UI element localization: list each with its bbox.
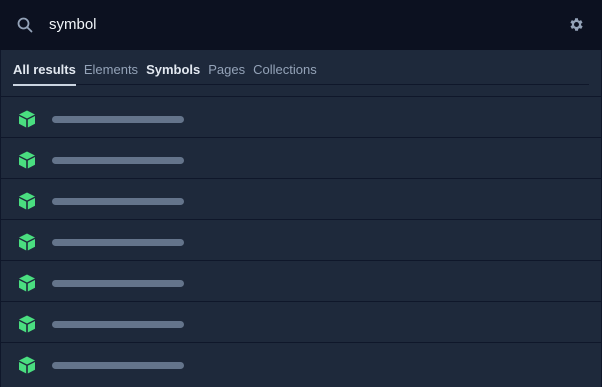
list-item[interactable] <box>1 301 601 342</box>
list-item[interactable] <box>1 178 601 219</box>
tab-bar: All results Elements Symbols Pages Colle… <box>13 50 589 86</box>
cube-icon <box>19 274 35 292</box>
search-bar <box>0 0 602 50</box>
result-placeholder <box>52 116 184 123</box>
cube-icon <box>19 192 35 210</box>
search-icon <box>17 17 33 33</box>
tab-elements[interactable]: Elements <box>84 50 138 85</box>
tab-symbols[interactable]: Symbols <box>146 50 200 85</box>
results-list <box>1 96 601 383</box>
cube-icon <box>19 315 35 333</box>
list-item[interactable] <box>1 219 601 260</box>
list-item[interactable] <box>1 260 601 301</box>
tab-collections[interactable]: Collections <box>253 50 317 85</box>
result-placeholder <box>52 321 184 328</box>
cube-icon <box>19 233 35 251</box>
cube-icon <box>19 151 35 169</box>
cube-icon <box>19 110 35 128</box>
result-placeholder <box>52 280 184 287</box>
cube-icon <box>19 356 35 374</box>
list-item[interactable] <box>1 342 601 383</box>
list-item[interactable] <box>1 137 601 178</box>
list-item[interactable] <box>1 96 601 137</box>
result-placeholder <box>52 239 184 246</box>
result-placeholder <box>52 157 184 164</box>
search-input[interactable] <box>49 14 529 36</box>
gear-icon[interactable] <box>568 16 585 33</box>
tab-all-results[interactable]: All results <box>13 50 76 86</box>
result-placeholder <box>52 198 184 205</box>
tab-pages[interactable]: Pages <box>208 50 245 85</box>
result-placeholder <box>52 362 184 369</box>
results-panel: All results Elements Symbols Pages Colle… <box>0 50 602 387</box>
